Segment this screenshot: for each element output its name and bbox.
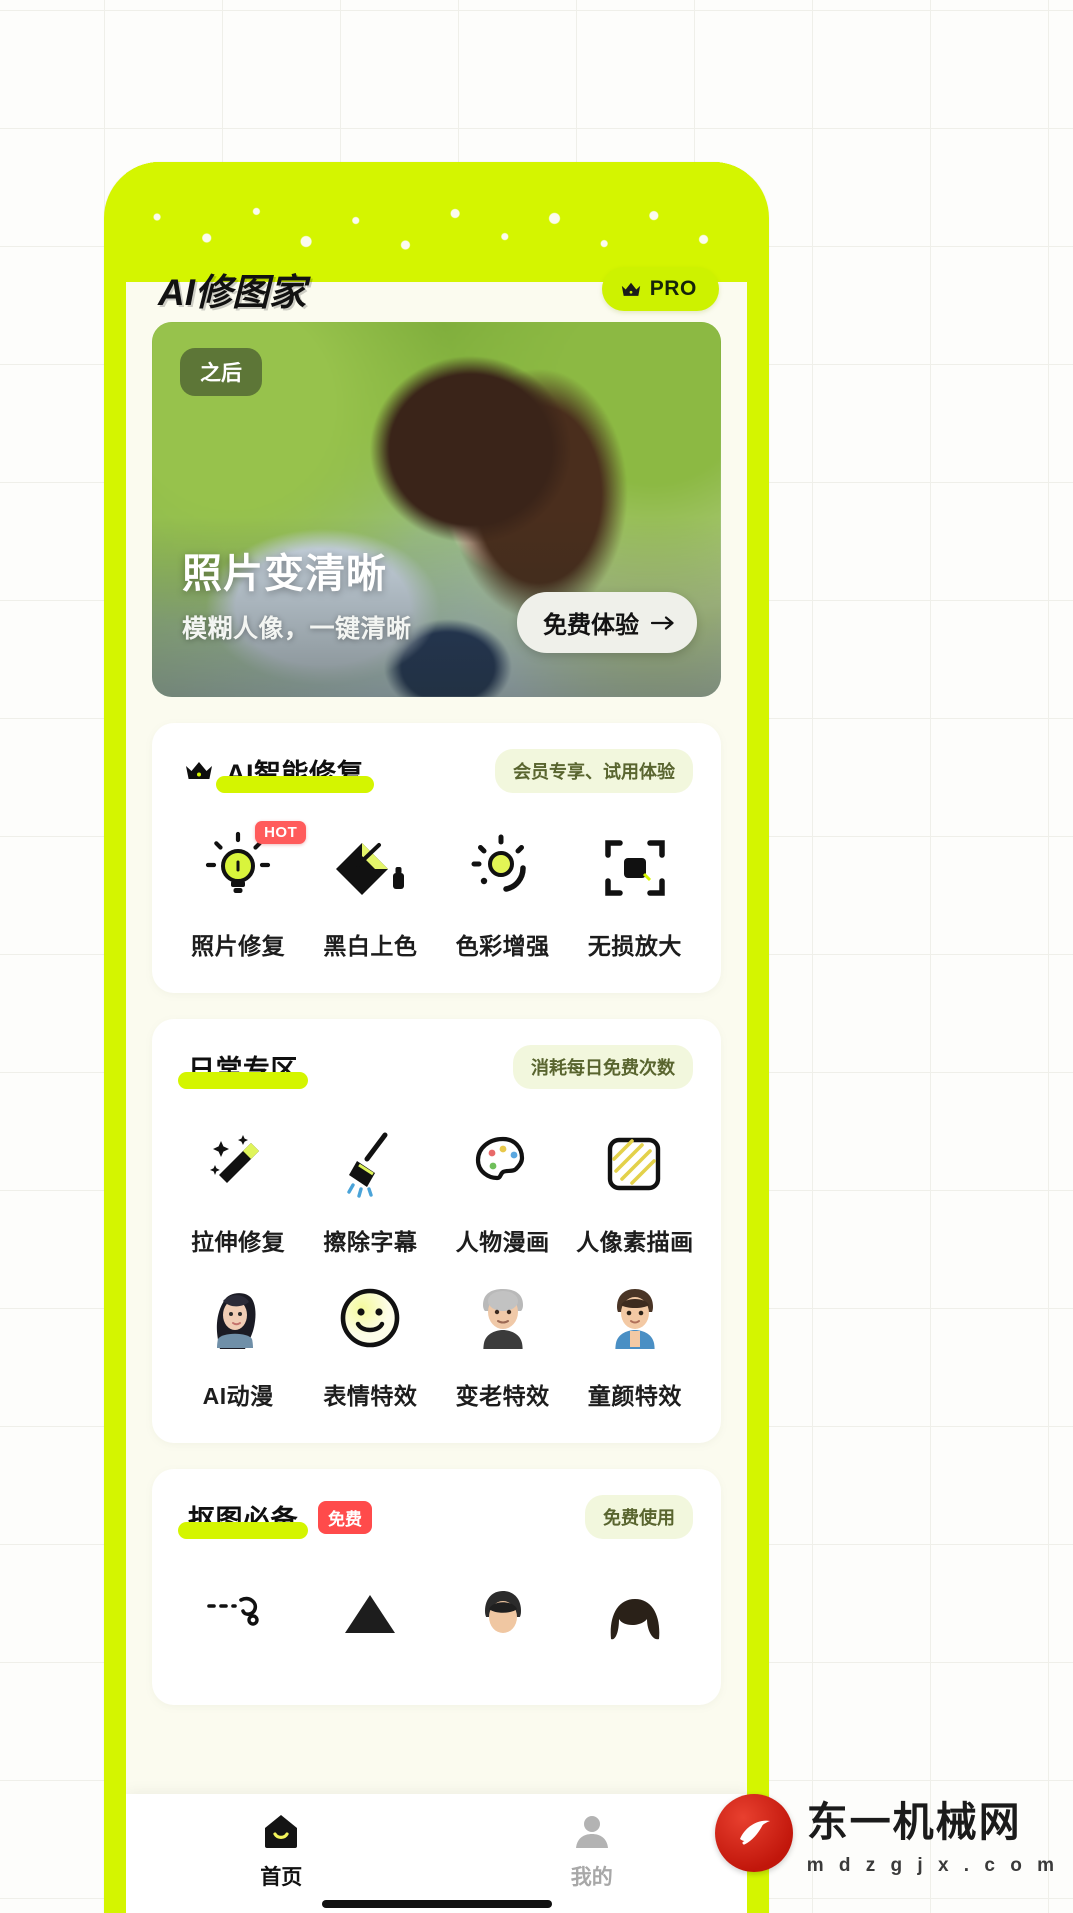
- tool-grid: [172, 1565, 701, 1677]
- tool-label: 变老特效: [455, 1383, 550, 1409]
- home-indicator: [321, 1900, 552, 1908]
- tool-tile-ai-anime[interactable]: AI动漫: [172, 1269, 304, 1415]
- palette-icon: [460, 1121, 546, 1207]
- tool-tile-upscale[interactable]: 无损放大: [569, 819, 701, 965]
- home-smile-icon: [259, 1810, 303, 1852]
- tool-tile-young-effect[interactable]: 童颜特效: [569, 1269, 701, 1415]
- tool-label: 人物漫画: [455, 1229, 550, 1255]
- person-head-icon: [460, 1571, 546, 1657]
- tool-label: 照片修复: [191, 933, 286, 959]
- tool-tile-lasso-cutout[interactable]: [172, 1565, 304, 1677]
- watermark: 东一机械网 m d z g j x . c o m: [714, 1788, 1059, 1877]
- user-profile-icon: [570, 1810, 614, 1852]
- tool-grid: HOT 照片修复 黑白上色 色彩增强 无损放大: [172, 819, 701, 965]
- tool-label: 表情特效: [323, 1383, 418, 1409]
- section-header: 抠图必备 免费 免费使用: [172, 1495, 701, 1539]
- nav-item-home[interactable]: 首页: [206, 1810, 356, 1891]
- crown-icon: [184, 760, 214, 782]
- anime-portrait-icon: [195, 1275, 281, 1361]
- tool-tile-cartoonify[interactable]: 人物漫画: [437, 1115, 569, 1261]
- section-badge: 消耗每日免费次数: [513, 1045, 693, 1089]
- pro-button[interactable]: PRO: [601, 267, 719, 311]
- nav-label: 首页: [260, 1866, 303, 1889]
- section-badge: 免费使用: [585, 1495, 693, 1539]
- section-header: 日常专区 消耗每日免费次数: [172, 1045, 701, 1089]
- hero-cta-label: 免费体验: [543, 612, 639, 639]
- tool-tile-aging-effect[interactable]: 变老特效: [437, 1269, 569, 1415]
- section-title-wrap: 日常专区: [178, 1048, 308, 1089]
- tool-label: 人像素描画: [576, 1229, 694, 1255]
- section-title-wrap: 抠图必备 免费: [178, 1498, 372, 1539]
- tool-label: 擦除字幕: [323, 1229, 418, 1255]
- hero-text-block: 照片变清晰 模糊人像，一键清晰: [182, 541, 412, 645]
- tool-label: AI动漫: [202, 1383, 274, 1409]
- nav-item-profile[interactable]: 我的: [517, 1810, 667, 1891]
- section-badge: 会员专享、试用体验: [495, 749, 693, 793]
- smiley-face-icon: [327, 1275, 413, 1361]
- hero-before-after-chip: 之后: [180, 348, 262, 396]
- tool-tile-portrait-cut[interactable]: [437, 1565, 569, 1677]
- app-logo: AI修图家: [158, 272, 306, 313]
- section-card-daily: 日常专区 消耗每日免费次数 拉伸修复 擦除字幕 人物漫画 人像素描画 AI动漫 …: [152, 1019, 721, 1443]
- brand-circle-icon: [714, 1793, 793, 1872]
- section-header: AI智能修复 会员专享、试用体验: [172, 749, 701, 793]
- section-title: AI智能修复: [216, 752, 374, 793]
- tool-tile-color-enhance[interactable]: 色彩增强: [437, 819, 569, 965]
- tool-grid: 拉伸修复 擦除字幕 人物漫画 人像素描画 AI动漫 表情特效 变老特效 童颜特效: [172, 1115, 701, 1415]
- brightness-sun-icon: [460, 825, 546, 911]
- section-title-wrap: AI智能修复: [184, 752, 374, 793]
- crown-icon: [620, 281, 642, 298]
- tool-label: 色彩增强: [455, 933, 550, 959]
- watermark-name: 东一机械网: [806, 1799, 1022, 1845]
- section-title: 抠图必备: [178, 1498, 308, 1539]
- hot-badge: HOT: [255, 821, 307, 844]
- tool-label: 童颜特效: [587, 1383, 682, 1409]
- sketch-square-icon: [592, 1121, 678, 1207]
- free-badge: 免费: [318, 1500, 372, 1534]
- tool-tile-stretch-fix[interactable]: 拉伸修复: [172, 1115, 304, 1261]
- broom-icon: [327, 1121, 413, 1207]
- section-title: 日常专区: [178, 1048, 308, 1089]
- section-card-cutout: 抠图必备 免费 免费使用: [152, 1469, 721, 1705]
- main-scroll-area[interactable]: 之后 照片变清晰 模糊人像，一键清晰 免费体验 AI智能修复 会员专享、试用体验…: [126, 322, 747, 1913]
- phone-frame: AI修图家 PRO 之后 照片变清晰 模糊人像，一键清晰 免费体验 AI智能修复…: [104, 162, 769, 1913]
- tool-tile-colorize[interactable]: 黑白上色: [304, 819, 436, 965]
- young-boy-icon: [592, 1275, 678, 1361]
- hair-style-icon: [592, 1571, 678, 1657]
- tool-tile-hair-cut[interactable]: [569, 1565, 701, 1677]
- watermark-text: 东一机械网 m d z g j x . c o m: [807, 1788, 1059, 1877]
- old-man-icon: [460, 1275, 546, 1361]
- mountain-icon: [327, 1571, 413, 1657]
- tool-tile-emoji-effect[interactable]: 表情特效: [304, 1269, 436, 1415]
- paint-bucket-icon: [327, 825, 413, 911]
- tool-tile-remove-subtitle[interactable]: 擦除字幕: [304, 1115, 436, 1261]
- hero-subtitle: 模糊人像，一键清晰: [182, 615, 412, 643]
- bottom-navigation: 首页 我的: [126, 1794, 747, 1913]
- watermark-url: m d z g j x . c o m: [806, 1855, 1059, 1876]
- hero-banner[interactable]: 之后 照片变清晰 模糊人像，一键清晰 免费体验: [152, 322, 721, 697]
- tool-label: 无损放大: [587, 933, 682, 959]
- section-card-ai-repair: AI智能修复 会员专享、试用体验 HOT 照片修复 黑白上色 色彩增强 无损放大: [152, 723, 721, 993]
- magic-wand-icon: [195, 1121, 281, 1207]
- hero-cta-button[interactable]: 免费体验: [517, 592, 697, 653]
- tool-label: 拉伸修复: [191, 1229, 286, 1255]
- pro-label: PRO: [649, 277, 697, 300]
- hero-title: 照片变清晰: [182, 552, 387, 596]
- expand-frame-icon: [592, 825, 678, 911]
- app-header: AI修图家 PRO: [126, 256, 747, 322]
- nav-label: 我的: [570, 1866, 613, 1889]
- arrow-right-icon: [651, 615, 675, 630]
- tool-tile-background[interactable]: [304, 1565, 436, 1677]
- tool-tile-photo-repair[interactable]: HOT 照片修复: [172, 819, 307, 965]
- tool-tile-sketch[interactable]: 人像素描画: [569, 1115, 701, 1261]
- tool-label: 黑白上色: [323, 933, 418, 959]
- phone-screen: AI修图家 PRO 之后 照片变清晰 模糊人像，一键清晰 免费体验 AI智能修复…: [126, 162, 747, 1913]
- lasso-cutout-icon: [195, 1571, 281, 1657]
